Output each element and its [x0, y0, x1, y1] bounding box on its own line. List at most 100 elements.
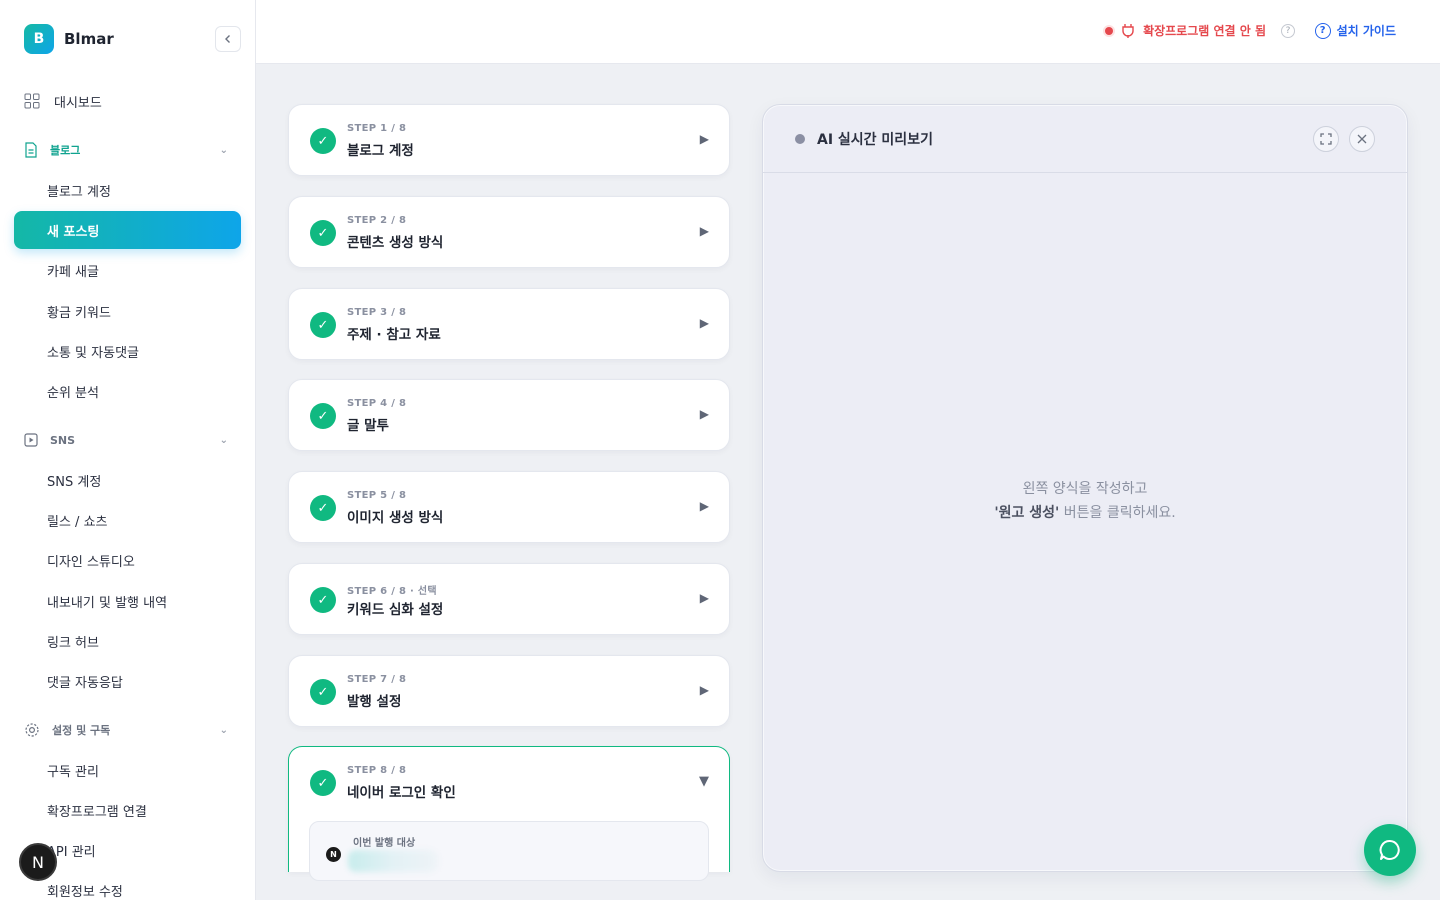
step-number: STEP 7 / 8: [347, 674, 407, 685]
step-number: STEP 8 / 8: [347, 765, 407, 776]
sidebar-section-settings[interactable]: 설정 및 구독 ⌄: [24, 722, 232, 738]
expand-arrow-icon[interactable]: ▶: [700, 224, 709, 238]
expand-arrow-icon[interactable]: ▶: [700, 591, 709, 605]
preview-empty-line-2: '원고 생성' 버튼을 클릭하세요.: [763, 501, 1407, 525]
step-number: STEP 2 / 8: [347, 215, 407, 226]
sidebar-section-blog[interactable]: 블로그 ⌄: [24, 142, 232, 158]
sidebar-item-export-history[interactable]: 내보내기 및 발행 내역: [14, 582, 241, 620]
sidebar-section-sns[interactable]: SNS ⌄: [24, 432, 232, 448]
close-button[interactable]: [1349, 126, 1375, 152]
step-card-3[interactable]: ✓ STEP 3 / 8 주제 · 참고 자료 ▶: [288, 288, 730, 360]
generate-keyword: '원고 생성': [994, 505, 1060, 521]
extension-status[interactable]: 확장프로그램 연결 안 됨: [1105, 22, 1266, 39]
chat-bubble-icon: [1379, 840, 1400, 860]
step-card-8[interactable]: ✓ STEP 8 / 8 네이버 로그인 확인 ▼ 이번 발행 대상 N: [288, 746, 730, 881]
install-guide-link[interactable]: ? 설치 가이드: [1314, 22, 1396, 39]
help-icon[interactable]: ?: [1281, 24, 1295, 38]
step-card-7[interactable]: ✓ STEP 7 / 8 발행 설정 ▶: [288, 655, 730, 727]
chevron-down-icon: ⌄: [219, 724, 228, 736]
step-card-6[interactable]: ✓ STEP 6 / 8 · 선택 키워드 심화 설정 ▶: [288, 563, 730, 635]
preview-title: AI 실시간 미리보기: [817, 132, 933, 148]
step-title: 키워드 심화 설정: [347, 602, 444, 618]
step-title: 글 말투: [347, 418, 389, 434]
check-icon: ✓: [310, 403, 336, 429]
brand-logo: B: [24, 24, 54, 54]
sidebar-item-reels-shorts[interactable]: 릴스 / 쇼츠: [14, 501, 241, 539]
publish-target-label: 이번 발행 대상: [353, 838, 416, 849]
brand[interactable]: B Blmar: [24, 24, 114, 54]
sidebar-item-golden-keyword[interactable]: 황금 키워드: [14, 292, 241, 330]
step-number: STEP 6 / 8 · 선택: [347, 586, 437, 597]
ai-preview-panel: AI 실시간 미리보기 왼쪽 양식을 작성하고 '원고 생성' 버튼을 클릭하세…: [762, 104, 1408, 872]
sidebar-item-blog-account[interactable]: 블로그 계정: [14, 171, 241, 209]
step-title: 이미지 생성 방식: [347, 510, 444, 526]
collapse-sidebar-button[interactable]: [215, 26, 241, 52]
sidebar-item-new-post[interactable]: 새 포스팅: [14, 211, 241, 249]
install-guide-label: 설치 가이드: [1336, 24, 1396, 38]
chevron-down-icon: ⌄: [219, 144, 228, 156]
sidebar-section-label: 설정 및 구독: [52, 724, 111, 737]
sidebar-section-label: SNS: [50, 433, 76, 447]
step-title: 네이버 로그인 확인: [347, 785, 456, 801]
chevron-down-icon: ⌄: [219, 434, 228, 446]
expand-icon: [1320, 133, 1332, 145]
check-icon: ✓: [310, 770, 336, 796]
fullscreen-button[interactable]: [1313, 126, 1339, 152]
naver-icon: N: [326, 847, 341, 862]
plug-icon: [1122, 23, 1134, 38]
step-title: 블로그 계정: [347, 143, 414, 159]
step-number: STEP 3 / 8: [347, 307, 407, 318]
preview-header: AI 실시간 미리보기: [763, 105, 1407, 173]
publish-target-box[interactable]: 이번 발행 대상 N: [309, 821, 709, 881]
check-icon: ✓: [310, 220, 336, 246]
step-card-4[interactable]: ✓ STEP 4 / 8 글 말투 ▶: [288, 379, 730, 451]
sidebar-item-cafe-new[interactable]: 카페 새글: [14, 251, 241, 289]
document-icon: [25, 142, 37, 158]
grid-icon: [24, 93, 40, 109]
sidebar-item-link-hub[interactable]: 링크 허브: [14, 622, 241, 660]
sidebar-item-sns-account[interactable]: SNS 계정: [14, 461, 241, 499]
collapse-arrow-icon[interactable]: ▼: [699, 774, 709, 789]
sidebar: B Blmar 대시보드 블로그 ⌄ 블로그 계정 새 포스팅 카페 새글 황금…: [0, 0, 256, 900]
step-card-1[interactable]: ✓ STEP 1 / 8 블로그 계정 ▶: [288, 104, 730, 176]
step-number: STEP 4 / 8: [347, 398, 407, 409]
step-title: 콘텐츠 생성 방식: [347, 235, 444, 251]
step-title: 발행 설정: [347, 694, 402, 710]
chat-button[interactable]: [1364, 824, 1416, 876]
play-icon: [24, 433, 38, 447]
sidebar-item-design-studio[interactable]: 디자인 스튜디오: [14, 541, 241, 579]
check-icon: ✓: [310, 128, 336, 154]
brand-name: Blmar: [64, 30, 114, 48]
sidebar-item-auto-reply[interactable]: 댓글 자동응답: [14, 662, 241, 700]
step-number: STEP 5 / 8: [347, 490, 407, 501]
sidebar-item-dashboard[interactable]: 대시보드: [24, 90, 102, 112]
expand-arrow-icon[interactable]: ▶: [700, 499, 709, 513]
sidebar-item-extension[interactable]: 확장프로그램 연결: [14, 791, 241, 829]
user-avatar[interactable]: N: [19, 843, 57, 881]
check-icon: ✓: [310, 587, 336, 613]
sidebar-item-label: 대시보드: [54, 95, 102, 111]
check-icon: ✓: [310, 312, 336, 338]
sidebar-item-subscription[interactable]: 구독 관리: [14, 751, 241, 789]
status-dot: [795, 134, 805, 144]
step-card-5[interactable]: ✓ STEP 5 / 8 이미지 생성 방식 ▶: [288, 471, 730, 543]
gear-icon: [25, 723, 39, 737]
step-card-2[interactable]: ✓ STEP 2 / 8 콘텐츠 생성 방식 ▶: [288, 196, 730, 268]
chevron-left-icon: [225, 35, 230, 43]
question-icon: ?: [1314, 22, 1331, 39]
status-dot: [1105, 26, 1114, 35]
close-icon: [1357, 134, 1367, 144]
expand-arrow-icon[interactable]: ▶: [700, 316, 709, 330]
sidebar-item-rank-analysis[interactable]: 순위 분석: [14, 372, 241, 410]
expand-arrow-icon[interactable]: ▶: [700, 683, 709, 697]
blurred-account-name: [348, 850, 438, 872]
sidebar-item-auto-comment[interactable]: 소통 및 자동댓글: [14, 332, 241, 370]
check-icon: ✓: [310, 679, 336, 705]
extension-status-label: 확장프로그램 연결 안 됨: [1143, 24, 1266, 38]
preview-empty-line-1: 왼쪽 양식을 작성하고: [1022, 481, 1148, 497]
preview-empty-rest: 버튼을 클릭하세요.: [1059, 505, 1176, 521]
check-icon: ✓: [310, 495, 336, 521]
expand-arrow-icon[interactable]: ▶: [700, 407, 709, 421]
topbar: 확장프로그램 연결 안 됨 ? ? 설치 가이드: [256, 0, 1440, 64]
expand-arrow-icon[interactable]: ▶: [700, 132, 709, 146]
